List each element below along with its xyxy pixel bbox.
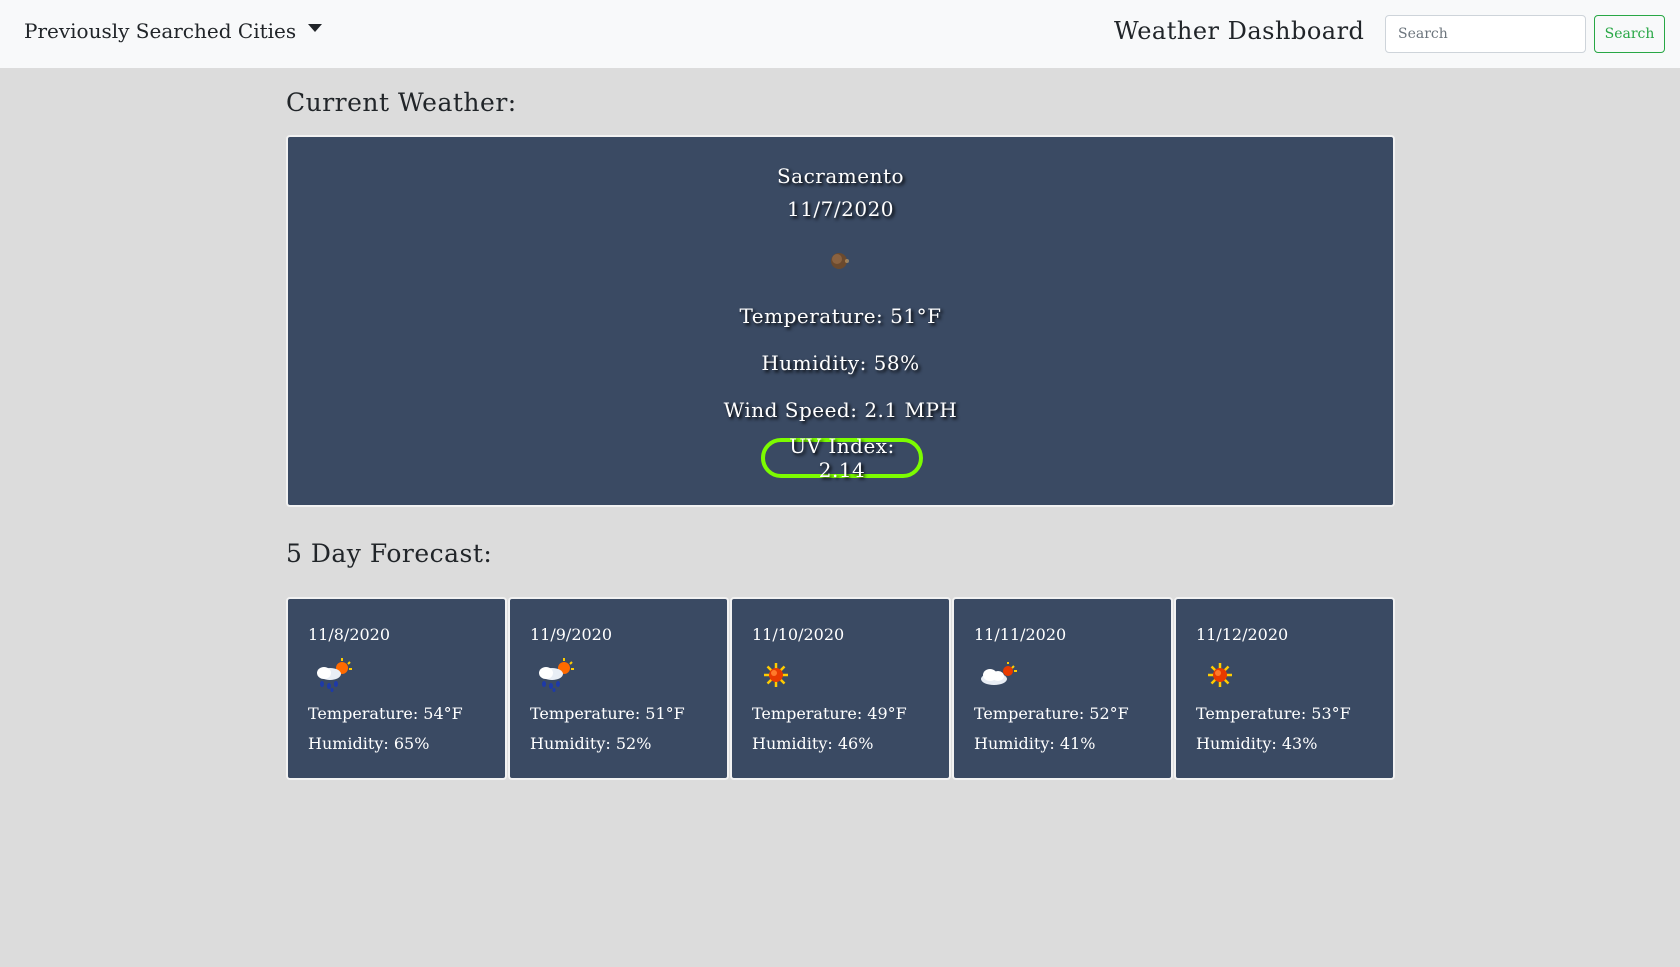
current-wind-speed: Wind Speed: 2.1 MPH (723, 398, 958, 422)
previous-cities-dropdown[interactable]: Previously Searched Cities (24, 19, 323, 43)
forecast-date: 11/12/2020 (1196, 625, 1289, 644)
forecast-date: 11/8/2020 (308, 625, 391, 644)
previous-cities-label: Previously Searched Cities (24, 19, 297, 43)
forecast-temperature: Temperature: 54°F (308, 704, 463, 723)
search-input[interactable] (1385, 15, 1586, 53)
current-weather-card: Sacramento 11/7/2020 Temperature: 51°F H… (286, 135, 1395, 507)
navbar: Previously Searched Cities Weather Dashb… (0, 0, 1680, 68)
forecast-date: 11/11/2020 (974, 625, 1067, 644)
forecast-card: 11/8/2020 Temperature: 54°F Humidity: 65… (286, 597, 507, 780)
current-weather-heading: Current Weather: (286, 88, 517, 117)
uv-index-badge: UV Index: 2.14 (761, 434, 923, 482)
forecast-card: 11/9/2020 Temperature: 51°F Humidity: 52… (508, 597, 729, 780)
current-date: 11/7/2020 (786, 197, 895, 221)
forecast-temperature: Temperature: 51°F (530, 704, 685, 723)
uv-index-value: UV Index: 2.14 (789, 434, 895, 482)
sun-icon (1208, 663, 1232, 687)
forecast-heading: 5 Day Forecast: (286, 539, 493, 568)
rain-sun-icon (317, 658, 352, 692)
sun-icon (764, 663, 788, 687)
forecast-card: 11/11/2020 Temperature: 52°F Humidity: 4… (952, 597, 1173, 780)
current-humidity: Humidity: 58% (761, 351, 920, 375)
caret-down-icon (308, 24, 323, 32)
forecast-date: 11/10/2020 (752, 625, 845, 644)
current-temperature: Temperature: 51°F (739, 304, 942, 328)
forecast-card: 11/10/2020 Temperature: 49°F Humidity: 4… (730, 597, 951, 780)
forecast-temperature: Temperature: 52°F (974, 704, 1129, 723)
forecast-card: 11/12/2020 Temperature: 53°F Humidity: 4… (1174, 597, 1395, 780)
forecast-temperature: Temperature: 49°F (752, 704, 907, 723)
forecast-humidity: Humidity: 46% (752, 734, 874, 753)
forecast-humidity: Humidity: 65% (308, 734, 430, 753)
forecast-row: 11/8/2020 Temperature: 54°F Humidity: 65… (286, 597, 1395, 780)
forecast-date: 11/9/2020 (530, 625, 613, 644)
rain-sun-icon (539, 658, 574, 692)
forecast-temperature: Temperature: 53°F (1196, 704, 1351, 723)
app-title: Weather Dashboard (1114, 17, 1365, 45)
forecast-humidity: Humidity: 43% (1196, 734, 1318, 753)
forecast-humidity: Humidity: 41% (974, 734, 1096, 753)
forecast-humidity: Humidity: 52% (530, 734, 652, 753)
cloud-sun-icon (981, 662, 1017, 685)
city-name: Sacramento (776, 164, 905, 188)
search-button[interactable]: Search (1594, 15, 1665, 53)
moon-night-icon (831, 253, 849, 269)
